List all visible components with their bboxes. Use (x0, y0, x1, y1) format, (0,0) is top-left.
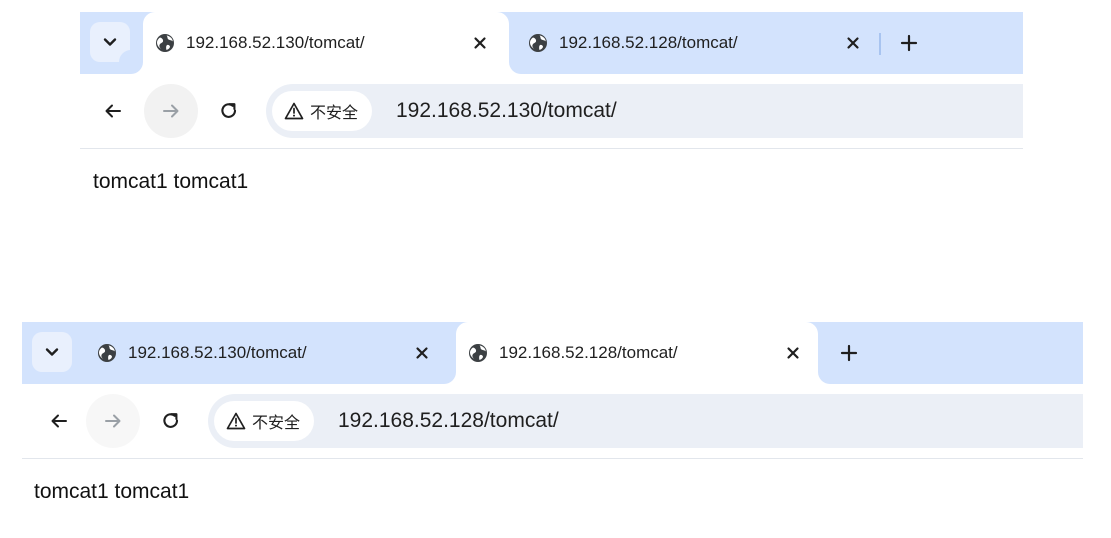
security-label: 不安全 (310, 103, 359, 122)
security-chip[interactable]: 不安全 (214, 401, 315, 441)
tab-2[interactable]: 192.168.52.128/tomcat/ (516, 12, 882, 74)
tab-strip: 192.168.52.130/tomcat/ 192.168.52.128/to… (22, 322, 1083, 384)
tab-2-close-button[interactable] (782, 342, 804, 364)
new-tab-button[interactable] (837, 341, 861, 365)
reload-icon (163, 413, 179, 428)
browser-screenshot-2: 192.168.52.130/tomcat/ 192.168.52.128/to… (22, 322, 1083, 522)
new-tab-button[interactable] (897, 31, 921, 55)
tab-2-title: 192.168.52.128/tomcat/ (559, 33, 738, 52)
back-button[interactable] (86, 84, 140, 138)
browser-screenshot-1: 192.168.52.130/tomcat/ 192.168.52.128/to… (80, 12, 1023, 212)
tab-1[interactable]: 192.168.52.130/tomcat/ (85, 322, 451, 384)
forward-button[interactable] (86, 394, 140, 448)
tab-1-close-button[interactable] (469, 32, 491, 54)
close-icon (474, 37, 486, 49)
chevron-down-icon (103, 38, 117, 46)
tab-strip: 192.168.52.130/tomcat/ 192.168.52.128/to… (80, 12, 1023, 74)
warning-triangle-icon (284, 102, 304, 120)
tab-1-close-button[interactable] (411, 342, 433, 364)
close-icon (787, 347, 799, 359)
close-icon (416, 347, 428, 359)
back-button[interactable] (32, 394, 86, 448)
security-label: 不安全 (252, 413, 301, 432)
tab-1-title: 192.168.52.130/tomcat/ (128, 343, 307, 362)
browser-toolbar: 不安全 192.168.52.130/tomcat/ (80, 74, 1023, 149)
tab-1-title: 192.168.52.130/tomcat/ (186, 33, 365, 52)
globe-icon (469, 344, 487, 362)
tab-divider (879, 33, 881, 55)
tab-1[interactable]: 192.168.52.130/tomcat/ (119, 12, 533, 74)
reload-icon (221, 103, 237, 118)
arrow-right-icon (163, 104, 179, 118)
globe-icon (156, 34, 174, 52)
plus-icon (900, 34, 918, 52)
tab-2-title: 192.168.52.128/tomcat/ (499, 343, 678, 362)
arrow-left-icon (51, 414, 67, 428)
address-bar[interactable]: 不安全 192.168.52.130/tomcat/ (266, 84, 1023, 138)
arrow-right-icon (105, 414, 121, 428)
tab-search-button[interactable] (32, 332, 72, 372)
page-content-text: tomcat1 tomcat1 (34, 480, 190, 503)
url-text: 192.168.52.130/tomcat/ (396, 99, 617, 122)
address-bar[interactable]: 不安全 192.168.52.128/tomcat/ (208, 394, 1083, 448)
forward-button[interactable] (144, 84, 198, 138)
arrow-left-icon (105, 104, 121, 118)
security-chip[interactable]: 不安全 (272, 91, 373, 131)
tab-2-close-button[interactable] (842, 32, 864, 54)
globe-icon (98, 344, 116, 362)
close-icon (847, 37, 859, 49)
reload-button[interactable] (202, 84, 256, 138)
tab-2[interactable]: 192.168.52.128/tomcat/ (432, 322, 842, 384)
chevron-down-icon (45, 348, 59, 356)
plus-icon (840, 344, 858, 362)
url-text: 192.168.52.128/tomcat/ (338, 409, 559, 432)
page-content-text: tomcat1 tomcat1 (93, 170, 249, 193)
reload-button[interactable] (144, 394, 198, 448)
warning-triangle-icon (226, 412, 246, 430)
browser-toolbar: 不安全 192.168.52.128/tomcat/ (22, 384, 1083, 459)
globe-icon (529, 34, 547, 52)
